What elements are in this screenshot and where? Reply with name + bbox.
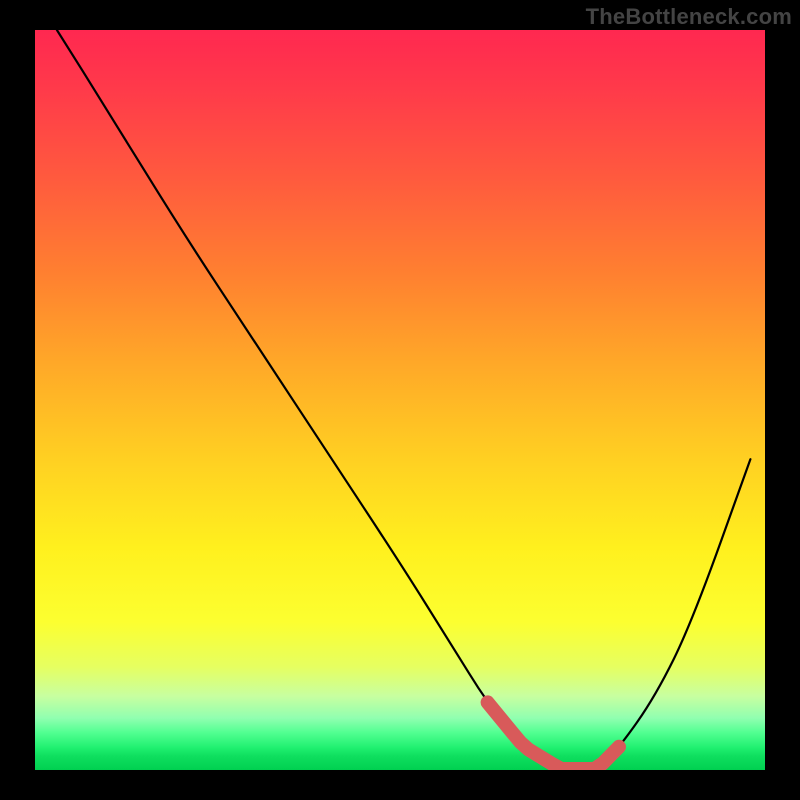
watermark-text: TheBottleneck.com [586,4,792,30]
valley-highlight-path [488,702,619,769]
plot-area [35,30,765,770]
bottleneck-curve-path [57,30,751,770]
chart-frame: TheBottleneck.com [0,0,800,800]
curve-svg [35,30,765,770]
